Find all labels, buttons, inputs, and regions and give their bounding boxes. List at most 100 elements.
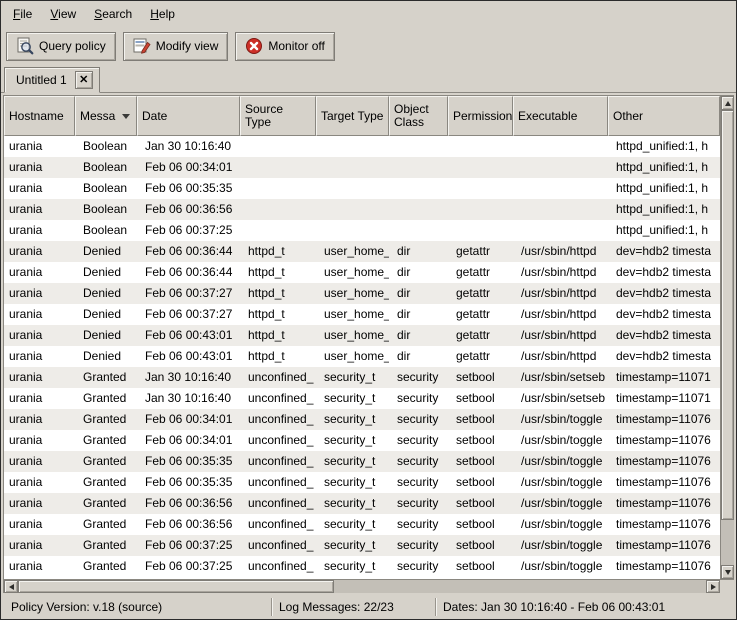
cell-executable: /usr/sbin/toggle (513, 409, 608, 430)
cell-message: Boolean (75, 157, 137, 178)
query-policy-button[interactable]: Query policy (6, 32, 116, 61)
cell-message: Granted (75, 430, 137, 451)
table-row[interactable]: uraniaDeniedFeb 06 00:36:44httpd_tuser_h… (4, 241, 720, 262)
cell-message: Denied (75, 304, 137, 325)
table-body: uraniaBooleanJan 30 10:16:40httpd_unifie… (4, 136, 720, 579)
cell-date: Feb 06 00:36:44 (137, 241, 240, 262)
cell-hostname: urania (4, 409, 75, 430)
table-row[interactable]: uraniaDeniedFeb 06 00:37:27httpd_tuser_h… (4, 283, 720, 304)
scroll-left-button[interactable] (4, 580, 18, 593)
table-row[interactable]: uraniaGrantedFeb 06 00:35:35unconfined_s… (4, 472, 720, 493)
query-policy-icon (16, 37, 34, 55)
tab-close-button[interactable]: ✕ (75, 71, 93, 89)
cell-date: Feb 06 00:35:35 (137, 472, 240, 493)
query-policy-label: Query policy (39, 39, 106, 53)
monitor-off-button[interactable]: Monitor off (235, 32, 334, 61)
column-header-hostname[interactable]: Hostname (4, 96, 75, 136)
scroll-right-button[interactable] (706, 580, 720, 593)
cell-target_type: user_home_ (316, 283, 389, 304)
column-header-label: Object Class (394, 103, 443, 129)
menu-help[interactable]: Help (141, 3, 184, 25)
cell-other: timestamp=11076 (608, 556, 720, 577)
scroll-down-button[interactable] (721, 565, 734, 579)
cell-hostname: urania (4, 367, 75, 388)
vertical-scroll-track[interactable] (721, 110, 734, 565)
table-row[interactable]: uraniaBooleanFeb 06 00:35:35httpd_unifie… (4, 178, 720, 199)
cell-executable: /usr/sbin/toggle (513, 535, 608, 556)
vertical-scrollbar[interactable] (720, 96, 734, 579)
cell-other: httpd_unified:1, h (608, 199, 720, 220)
cell-target_type: security_t (316, 514, 389, 535)
cell-hostname: urania (4, 493, 75, 514)
table-row[interactable]: uraniaGrantedJan 30 10:16:40unconfined_s… (4, 367, 720, 388)
horizontal-scroll-thumb[interactable] (18, 580, 334, 593)
cell-source_type: unconfined_ (240, 556, 316, 577)
column-header-source-type[interactable]: Source Type (240, 96, 316, 136)
table-row[interactable]: uraniaDeniedFeb 06 00:43:01httpd_tuser_h… (4, 325, 720, 346)
cell-object_class: dir (389, 346, 448, 367)
arrow-down-icon (725, 570, 731, 575)
vertical-scroll-thumb[interactable] (721, 110, 734, 520)
log-view-page: Hostname Messa Date Source Type Target T… (1, 93, 736, 595)
column-header-executable[interactable]: Executable (513, 96, 608, 136)
cell-date: Feb 06 00:37:25 (137, 535, 240, 556)
cell-target_type: security_t (316, 409, 389, 430)
cell-target_type: security_t (316, 451, 389, 472)
column-header-message[interactable]: Messa (75, 96, 137, 136)
cell-source_type: httpd_t (240, 304, 316, 325)
table-row[interactable]: uraniaGrantedFeb 06 00:37:25unconfined_s… (4, 556, 720, 577)
table-row[interactable]: uraniaGrantedFeb 06 00:35:35unconfined_s… (4, 451, 720, 472)
status-dates: Dates: Jan 30 10:16:40 - Feb 06 00:43:01 (437, 598, 732, 616)
table-row[interactable]: uraniaBooleanJan 30 10:16:40httpd_unifie… (4, 136, 720, 157)
cell-permission (448, 199, 513, 220)
cell-message: Granted (75, 388, 137, 409)
cell-date: Feb 06 00:37:25 (137, 220, 240, 241)
menu-search[interactable]: Search (85, 3, 141, 25)
cell-executable: /usr/sbin/toggle (513, 472, 608, 493)
cell-object_class: security (389, 472, 448, 493)
cell-executable: /usr/sbin/httpd (513, 325, 608, 346)
cell-source_type: httpd_t (240, 262, 316, 283)
cell-executable: /usr/sbin/toggle (513, 430, 608, 451)
table-row[interactable]: uraniaDeniedFeb 06 00:43:01httpd_tuser_h… (4, 346, 720, 367)
scroll-up-button[interactable] (721, 96, 734, 110)
cell-executable: /usr/sbin/setseb (513, 367, 608, 388)
table-row[interactable]: uraniaGrantedFeb 06 00:37:25unconfined_s… (4, 535, 720, 556)
column-header-target-type[interactable]: Target Type (316, 96, 389, 136)
table-row[interactable]: uraniaGrantedFeb 06 00:34:01unconfined_s… (4, 409, 720, 430)
table-row[interactable]: uraniaDeniedFeb 06 00:37:27httpd_tuser_h… (4, 304, 720, 325)
cell-message: Denied (75, 283, 137, 304)
column-header-permission[interactable]: Permission (448, 96, 513, 136)
menu-view[interactable]: View (41, 3, 85, 25)
column-header-other[interactable]: Other (608, 96, 720, 136)
cell-object_class (389, 136, 448, 157)
cell-source_type: httpd_t (240, 283, 316, 304)
cell-other: timestamp=11071 (608, 388, 720, 409)
table-row[interactable]: uraniaDeniedFeb 06 00:36:44httpd_tuser_h… (4, 262, 720, 283)
cell-date: Feb 06 00:34:01 (137, 409, 240, 430)
table-row[interactable]: uraniaGrantedFeb 06 00:36:56unconfined_s… (4, 493, 720, 514)
cell-message: Boolean (75, 178, 137, 199)
horizontal-scroll-track[interactable] (18, 580, 706, 593)
cell-target_type: user_home_ (316, 262, 389, 283)
cell-target_type: security_t (316, 556, 389, 577)
table-row[interactable]: uraniaBooleanFeb 06 00:36:56httpd_unifie… (4, 199, 720, 220)
cell-target_type: security_t (316, 430, 389, 451)
table-row[interactable]: uraniaBooleanFeb 06 00:34:01httpd_unifie… (4, 157, 720, 178)
cell-hostname: urania (4, 514, 75, 535)
table-row[interactable]: uraniaGrantedFeb 06 00:36:56unconfined_s… (4, 514, 720, 535)
cell-hostname: urania (4, 304, 75, 325)
status-policy-version: Policy Version: v.18 (source) (5, 598, 271, 616)
modify-view-button[interactable]: Modify view (123, 32, 229, 61)
column-header-date[interactable]: Date (137, 96, 240, 136)
column-header-object-class[interactable]: Object Class (389, 96, 448, 136)
horizontal-scrollbar[interactable] (4, 579, 720, 593)
table-row[interactable]: uraniaBooleanFeb 06 00:37:25httpd_unifie… (4, 220, 720, 241)
tab-untitled-1[interactable]: Untitled 1 ✕ (4, 67, 100, 93)
cell-executable: /usr/sbin/httpd (513, 262, 608, 283)
monitor-off-icon (245, 37, 263, 55)
table-row[interactable]: uraniaGrantedJan 30 10:16:40unconfined_s… (4, 388, 720, 409)
cell-source_type (240, 157, 316, 178)
menu-file[interactable]: File (4, 3, 41, 25)
table-row[interactable]: uraniaGrantedFeb 06 00:34:01unconfined_s… (4, 430, 720, 451)
